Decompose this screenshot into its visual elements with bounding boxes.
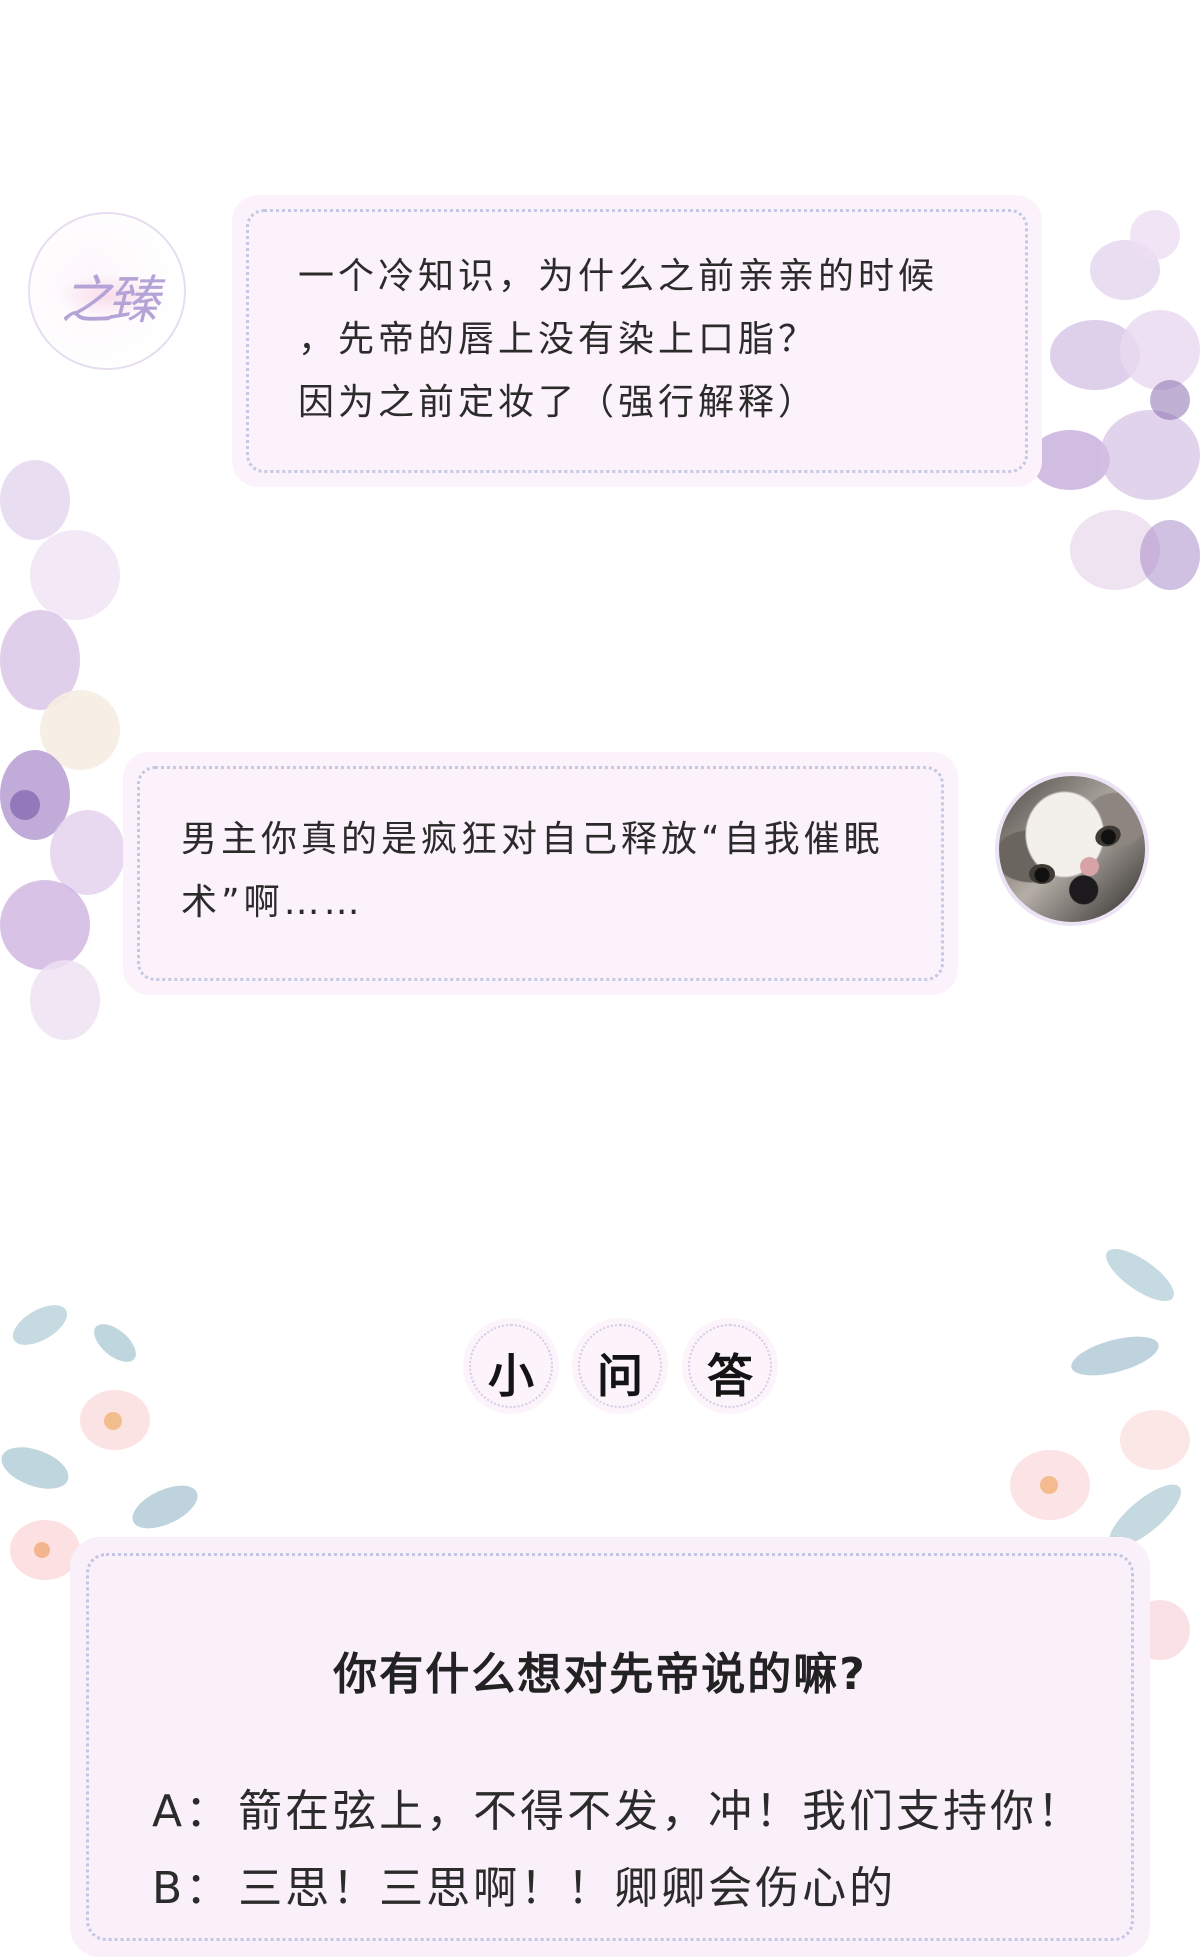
qa-option-text: 三思！三思啊！！卿卿会伤心的 <box>238 1863 897 1914</box>
qa-option-text: 箭在弦上，不得不发，冲！我们支持你！ <box>238 1786 1085 1837</box>
qa-heading-char: 问 <box>597 1349 643 1403</box>
author-logo-avatar[interactable]: 之臻 <box>28 212 186 370</box>
reader-cat-avatar[interactable] <box>995 772 1149 926</box>
qa-option-letter: A： <box>152 1786 233 1837</box>
cat-eye-left <box>1029 864 1055 884</box>
author-message-bubble: 一个冷知识，为什么之前亲亲的时候 ，先帝的唇上没有染上口脂？ 因为之前定妆了（强… <box>232 195 1042 487</box>
message-line: 术”啊…… <box>181 882 364 923</box>
qa-option-a[interactable]: A： 箭在弦上，不得不发，冲！我们支持你！ <box>152 1775 1084 1839</box>
reader-message-text: 男主你真的是疯狂对自己释放“自我催眠 术”啊…… <box>181 808 921 934</box>
qa-question: 你有什么想对先帝说的嘛? <box>333 1649 867 1700</box>
message-line: 一个冷知识，为什么之前亲亲的时候 <box>298 256 939 297</box>
message-line: ，先帝的唇上没有染上口脂？ <box>298 319 819 360</box>
cat-eye-right <box>1092 822 1124 850</box>
lavender-flowers-right-decoration <box>1030 200 1200 620</box>
message-line: 因为之前定妆了（强行解释） <box>298 382 819 423</box>
qa-heading-circle-2: 问 <box>572 1318 668 1414</box>
message-line: 男主你真的是疯狂对自己释放“自我催眠 <box>181 819 884 860</box>
qa-option-letter: B： <box>152 1863 233 1914</box>
author-message-text: 一个冷知识，为什么之前亲亲的时候 ，先帝的唇上没有染上口脂？ 因为之前定妆了（强… <box>298 245 998 434</box>
lavender-flowers-left-decoration <box>0 460 125 1060</box>
qa-option-b[interactable]: B： 三思！三思啊！！卿卿会伤心的 <box>152 1852 896 1916</box>
logo-text: 之臻 <box>60 271 159 331</box>
qa-heading-char: 答 <box>707 1349 753 1403</box>
qa-heading-circle-3: 答 <box>682 1318 778 1414</box>
reader-message-bubble: 男主你真的是疯狂对自己释放“自我催眠 术”啊…… <box>123 752 958 995</box>
qa-heading-char: 小 <box>488 1349 534 1403</box>
qa-heading-circle-1: 小 <box>463 1318 559 1414</box>
